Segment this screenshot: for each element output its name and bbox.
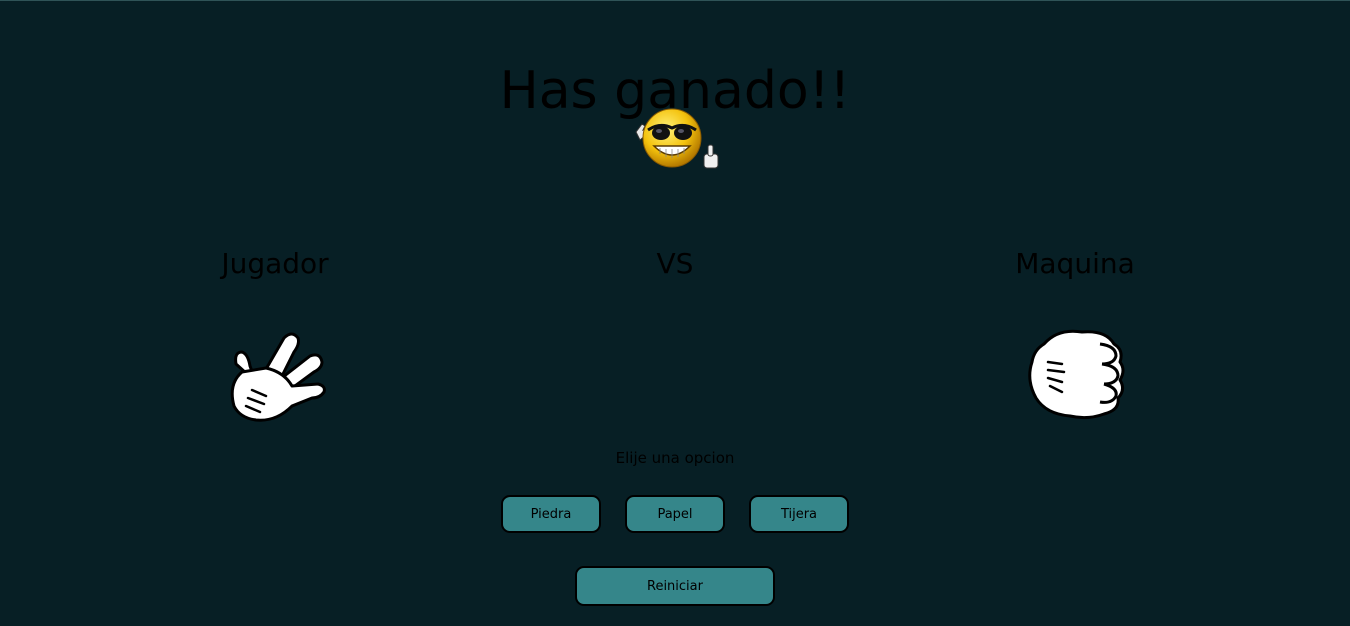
restart-button[interactable]: Reiniciar [575, 566, 775, 606]
rock-button[interactable]: Piedra [501, 495, 601, 533]
machine-label: Maquina [1015, 247, 1135, 280]
paper-button[interactable]: Papel [625, 495, 725, 533]
rock-fist-icon [1028, 329, 1125, 420]
player-label: Jugador [221, 247, 329, 280]
vs-label: VS [656, 247, 694, 280]
choose-option-prompt: Elije una opcion [615, 449, 735, 467]
scissors-hand-icon [230, 332, 326, 422]
top-border [0, 0, 1350, 1]
cool-smiley-icon [635, 108, 719, 169]
scissors-button[interactable]: Tijera [749, 495, 849, 533]
